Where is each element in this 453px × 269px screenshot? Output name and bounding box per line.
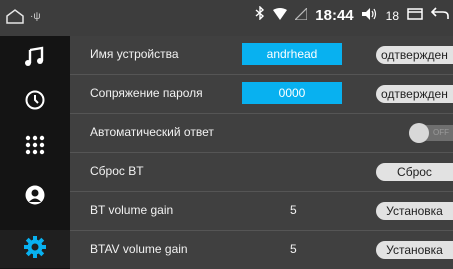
bt-volume-label: BT volume gain [90, 203, 174, 217]
btav-volume-value: 5 [290, 242, 297, 256]
sidebar [0, 36, 70, 269]
window-icon[interactable] [407, 7, 423, 25]
settings-gear-icon [23, 235, 47, 264]
toggle-knob [409, 123, 429, 143]
clock-time: 18:44 [315, 7, 354, 24]
sidebar-item-dialpad[interactable] [0, 128, 70, 166]
signal-icon [293, 6, 308, 25]
sidebar-item-music[interactable] [0, 40, 70, 78]
bt-volume-set-button[interactable]: Установка [376, 202, 453, 220]
device-name-field[interactable]: andrhead [242, 43, 342, 65]
bluetooth-icon [255, 5, 265, 25]
status-bar: ·ψ 18:44 18 [0, 0, 453, 36]
bt-volume-value: 5 [290, 203, 297, 217]
setting-row-btav-volume: BTAV volume gain 5 Установка [70, 231, 453, 269]
volume-icon[interactable] [361, 7, 378, 25]
sidebar-item-contacts[interactable] [0, 178, 70, 216]
setting-row-device-name: Имя устройства andrhead одтвержден [70, 36, 453, 75]
sidebar-item-settings[interactable] [0, 230, 70, 268]
wifi-icon [273, 7, 288, 25]
sidebar-item-history[interactable] [0, 83, 70, 121]
auto-answer-toggle[interactable]: OFF [409, 123, 453, 143]
usb-status-icon: ·ψ [30, 10, 41, 22]
setting-row-pin: Сопряжение пароля 0000 одтвержден [70, 75, 453, 114]
pin-field[interactable]: 0000 [242, 82, 342, 104]
contacts-icon [24, 184, 46, 211]
back-icon[interactable] [430, 6, 449, 25]
setting-row-bt-volume: BT volume gain 5 Установка [70, 192, 453, 231]
volume-level: 18 [385, 8, 399, 23]
device-name-label: Имя устройства [90, 47, 179, 61]
setting-row-reset: Сброс BT Сброс [70, 153, 453, 192]
btav-volume-label: BTAV volume gain [90, 242, 188, 256]
clock-icon [24, 89, 46, 116]
device-name-confirm-button[interactable]: одтвержден [376, 46, 453, 64]
toggle-state-text: OFF [433, 128, 449, 137]
reset-label: Сброс BT [90, 164, 144, 178]
pin-confirm-button[interactable]: одтвержден [376, 85, 453, 103]
music-note-icon [24, 46, 46, 73]
setting-row-auto-answer: Автоматический ответ OFF [70, 114, 453, 153]
home-icon[interactable] [6, 8, 24, 24]
auto-answer-label: Автоматический ответ [90, 125, 214, 139]
bluetooth-settings-list: Имя устройства andrhead одтвержден Сопря… [70, 36, 453, 269]
pin-label: Сопряжение пароля [90, 86, 203, 100]
dialpad-icon [25, 135, 45, 160]
btav-volume-set-button[interactable]: Установка [376, 241, 453, 259]
reset-button[interactable]: Сброс [376, 163, 453, 181]
